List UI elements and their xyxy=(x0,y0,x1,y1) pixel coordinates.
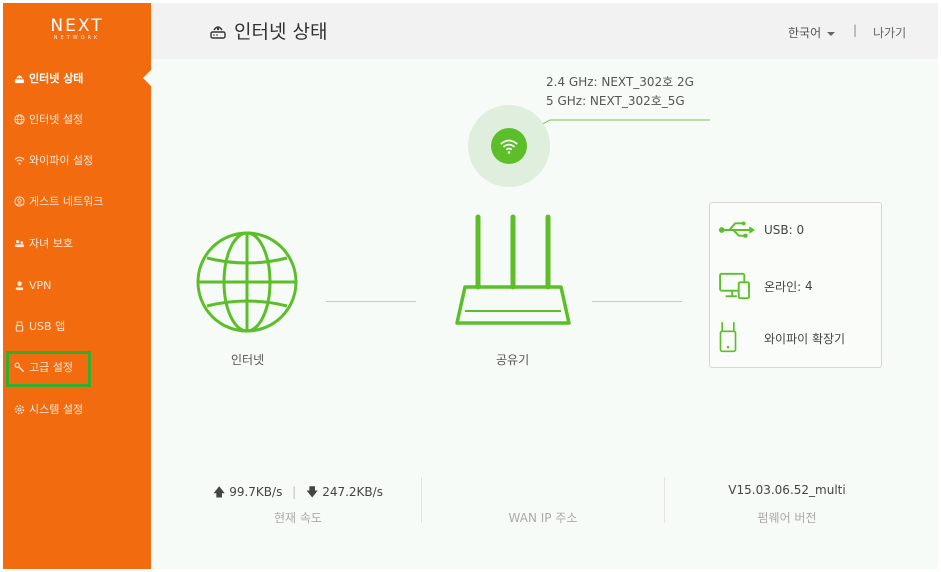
active-item-pointer xyxy=(143,69,152,87)
router-devices-link xyxy=(592,301,682,302)
ssid-5g-text: 5 GHz: NEXT_302호_5G xyxy=(546,94,685,108)
sidebar-item-vpn[interactable]: VPN xyxy=(3,267,151,303)
sidebar-item-internet-status[interactable]: 인터넷 상태 xyxy=(3,60,151,96)
online-label: 온라인: xyxy=(764,279,802,294)
sidebar-item-wifi-settings[interactable]: 와이파이 설정 xyxy=(3,142,151,178)
speed-divider: | xyxy=(292,485,297,499)
logo-main-text: NEXT xyxy=(50,16,104,36)
stats-divider xyxy=(421,477,422,523)
devices-icon xyxy=(718,272,760,300)
caret-down-icon xyxy=(827,31,836,36)
sidebar-item-label: 자녀 보호 xyxy=(29,237,73,250)
wifi-icon xyxy=(13,154,25,166)
wan-ip-label: WAN IP 주소 xyxy=(508,511,578,525)
online-clients-row[interactable]: 온라인: 4 xyxy=(718,272,813,300)
ssid-2g-text: 2.4 GHz: NEXT_302호 2G xyxy=(546,75,694,89)
download-speed: 247.2KB/s xyxy=(322,485,383,499)
internet-globe-icon[interactable] xyxy=(193,228,301,336)
vpn-icon xyxy=(13,279,25,291)
router-icon xyxy=(13,72,25,84)
sidebar-item-label: 와이파이 설정 xyxy=(29,154,94,167)
usb-icon xyxy=(718,220,760,240)
sidebar-item-label: 시스템 설정 xyxy=(29,403,84,416)
extender-label: 와이파이 확장기 xyxy=(764,331,846,346)
sidebar-item-parental-control[interactable]: 자녀 보호 xyxy=(3,225,151,261)
upload-arrow-icon: 🡅 xyxy=(213,485,226,499)
brand-logo: NEXT NETWORK xyxy=(3,17,151,41)
sidebar-item-system-settings[interactable]: 시스템 설정 xyxy=(3,391,151,427)
stats-divider xyxy=(664,477,665,523)
usb-status-row[interactable]: USB: 0 xyxy=(718,220,804,240)
sidebar-item-label: 게스트 네트워크 xyxy=(29,195,104,208)
language-label: 한국어 xyxy=(788,26,822,40)
usb-label: USB: xyxy=(764,223,793,237)
online-count: 4 xyxy=(805,279,813,293)
wifi-extender-row[interactable]: 와이파이 확장기 xyxy=(718,320,845,356)
firmware-version-label: 펌웨어 버전 xyxy=(757,511,817,525)
header-separator: | xyxy=(853,23,858,37)
internet-router-link xyxy=(326,301,416,302)
upload-speed: 99.7KB/s xyxy=(229,485,283,499)
app-frame: NEXT NETWORK 인터넷 상태 인터넷 설정 와이파이 설정 게스트 네… xyxy=(3,3,938,569)
usb-count: 0 xyxy=(796,223,805,237)
gear-icon xyxy=(13,403,25,415)
sidebar: NEXT NETWORK 인터넷 상태 인터넷 설정 와이파이 설정 게스트 네… xyxy=(3,3,151,569)
router-label: 공유기 xyxy=(496,353,530,367)
top-header: 인터넷 상태 한국어 | 나가기 xyxy=(151,3,938,59)
devices-panel: USB: 0 온라인: 4 와이파이 확장기 xyxy=(709,202,882,368)
globe-icon xyxy=(13,113,25,125)
current-speed-value: 🡅 99.7KB/s | 🡇 247.2KB/s xyxy=(203,483,393,504)
sidebar-item-label: 인터넷 설정 xyxy=(29,113,84,126)
router-device-icon[interactable] xyxy=(453,211,573,336)
current-speed-label: 현재 속도 xyxy=(274,511,322,525)
language-select[interactable]: 한국어 xyxy=(788,24,836,41)
sidebar-item-usb-app[interactable]: USB 앱 xyxy=(3,308,151,344)
sidebar-item-label: 인터넷 상태 xyxy=(29,72,84,85)
sidebar-item-guest-network[interactable]: 게스트 네트워크 xyxy=(3,183,151,219)
sidebar-item-label: USB 앱 xyxy=(29,320,66,333)
selection-highlight xyxy=(6,351,91,387)
wifi-icon xyxy=(491,128,527,164)
guest-icon xyxy=(13,195,25,207)
logout-link[interactable]: 나가기 xyxy=(873,24,906,41)
download-arrow-icon: 🡇 xyxy=(306,485,319,499)
page-title: 인터넷 상태 xyxy=(209,17,327,44)
logo-sub-text: NETWORK xyxy=(53,35,101,41)
usb-icon xyxy=(13,320,25,332)
wifi-status-button[interactable] xyxy=(468,105,550,187)
extender-icon xyxy=(718,320,760,356)
page-title-text: 인터넷 상태 xyxy=(234,21,328,43)
router-icon xyxy=(209,22,227,40)
firmware-version-value: V15.03.06.52_multi xyxy=(728,483,846,497)
parental-icon xyxy=(13,237,25,249)
sidebar-item-label: VPN xyxy=(29,278,52,292)
internet-label: 인터넷 xyxy=(231,353,265,367)
sidebar-item-internet-settings[interactable]: 인터넷 설정 xyxy=(3,101,151,137)
